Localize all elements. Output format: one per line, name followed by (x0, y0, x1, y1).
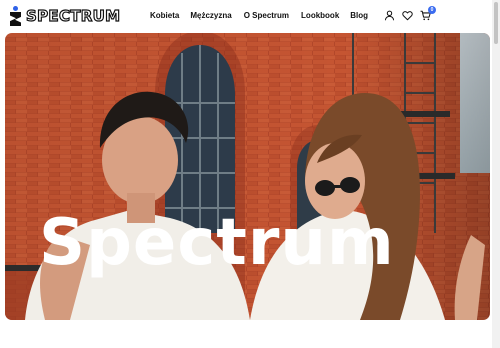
hero-title: Spectrum (39, 206, 395, 280)
nav-item-lookbook[interactable]: Lookbook (301, 11, 339, 20)
user-icon[interactable] (384, 10, 395, 21)
page-scrollbar[interactable] (492, 0, 500, 348)
scrollbar-thumb[interactable] (494, 2, 498, 44)
nav-item-kobieta[interactable]: Kobieta (150, 11, 179, 20)
cart-count-badge: 0 (428, 6, 436, 14)
hero-banner[interactable]: Spectrum (5, 33, 490, 320)
cart-icon[interactable]: 0 (420, 6, 436, 21)
site-header: SPECTRUM Kobieta Mężczyzna O Spectrum Lo… (0, 0, 500, 34)
logo-mark-icon (9, 6, 22, 26)
main-nav: Kobieta Mężczyzna O Spectrum Lookbook Bl… (150, 11, 368, 20)
heart-icon[interactable] (402, 10, 413, 21)
nav-item-blog[interactable]: Blog (350, 11, 368, 20)
brand-name: SPECTRUM (25, 6, 121, 25)
nav-item-mezczyzna[interactable]: Mężczyzna (190, 11, 231, 20)
nav-item-o-spectrum[interactable]: O Spectrum (244, 11, 289, 20)
brand-logo[interactable]: SPECTRUM (9, 5, 121, 27)
header-icons: 0 (384, 6, 436, 21)
